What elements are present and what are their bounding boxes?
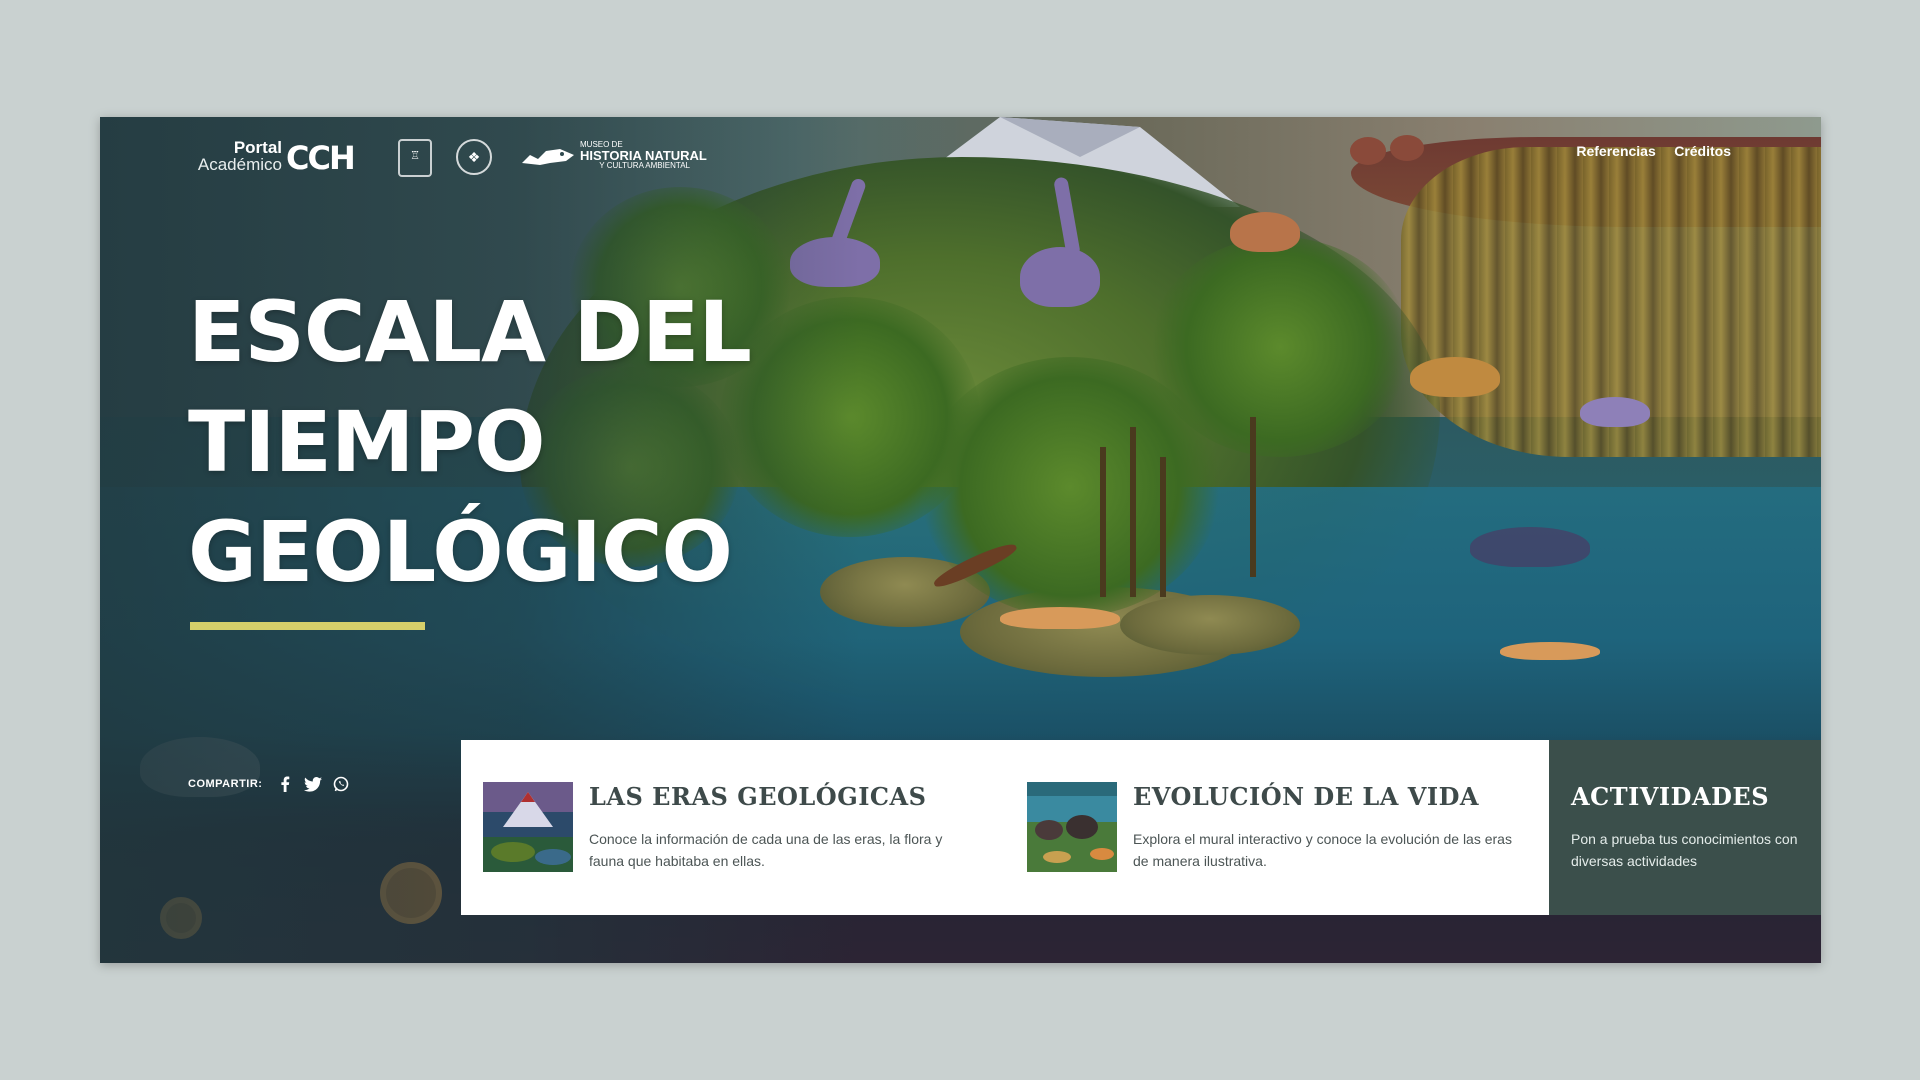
logo-portal-line2: Académico	[197, 155, 282, 174]
portal-academico-logo[interactable]: Portal Académico	[188, 139, 282, 173]
mural-trex	[1230, 212, 1300, 252]
mural-island	[1120, 595, 1300, 655]
cch-logo[interactable]: CCH	[286, 139, 356, 177]
page-title: ESCALA DEL TIEMPO GEOLÓGICO	[188, 277, 752, 607]
card-description: Pon a prueba tus conocimientos con diver…	[1571, 831, 1798, 869]
nav-link-referencias[interactable]: Referencias	[1576, 143, 1655, 159]
share-bar: COMPARTIR:	[188, 775, 360, 793]
card-description: Conoce la información de cada una de las…	[589, 831, 943, 869]
card-title: EVOLUCIÓN DE LA VIDA	[1133, 782, 1480, 811]
card-title: ACTIVIDADES	[1571, 782, 1770, 811]
mural-amphibian	[1500, 642, 1600, 660]
section-cards-panel: LAS ERAS GEOLÓGICAS Conoce la informació…	[461, 740, 1549, 915]
mural-amphibian	[1000, 607, 1120, 629]
mural-tree	[1250, 417, 1256, 577]
share-label: COMPARTIR:	[188, 778, 263, 790]
nav-link-creditos[interactable]: Créditos	[1674, 143, 1731, 159]
mural-camel	[1410, 357, 1500, 397]
card-title: LAS ERAS GEOLÓGICAS	[589, 782, 927, 811]
institution-round-logo-icon[interactable]: ❖	[456, 139, 492, 175]
mural-tree	[1160, 457, 1166, 597]
mural-tree	[1130, 427, 1136, 597]
mural-shark-shadow	[1470, 527, 1590, 567]
mural-sauropod	[1020, 247, 1100, 307]
page-frame: Portal Académico CCH ♖ ❖ MUSEO DE HISTOR…	[100, 117, 1821, 963]
title-underline-rule	[190, 622, 425, 630]
card-description: Explora el mural interactivo y conoce la…	[1133, 831, 1512, 869]
page-title-line: GEOLÓGICO	[188, 503, 733, 601]
card-actividades[interactable]: ACTIVIDADES Pon a prueba tus conocimient…	[1549, 740, 1821, 915]
top-nav: Referencias Créditos	[1562, 143, 1731, 161]
facebook-icon[interactable]	[276, 775, 294, 793]
card-eras-geologicas[interactable]: LAS ERAS GEOLÓGICAS Conoce la informació…	[483, 782, 983, 874]
site-header: Portal Académico CCH ♖ ❖ MUSEO DE HISTOR…	[100, 117, 1821, 197]
unam-seal-icon[interactable]: ♖	[398, 139, 432, 177]
evolucion-thumbnail-image	[1027, 782, 1117, 872]
mural-vegetation	[1150, 237, 1410, 457]
logo-portal-line1: Portal	[233, 138, 282, 157]
whatsapp-icon[interactable]	[332, 775, 350, 793]
museum-logo-text: MUSEO DE HISTORIA NATURAL Y CULTURA AMBI…	[580, 141, 720, 170]
mural-tree	[1100, 447, 1106, 597]
museum-skull-icon	[522, 149, 574, 165]
mural-marine-reptile	[1580, 397, 1650, 427]
page-title-line: TIEMPO	[188, 393, 545, 491]
twitter-icon[interactable]	[304, 775, 323, 793]
museum-logo-line3: Y CULTURA AMBIENTAL	[599, 161, 690, 170]
eras-thumbnail-image	[483, 782, 573, 872]
card-evolucion-vida[interactable]: EVOLUCIÓN DE LA VIDA Explora el mural in…	[1027, 782, 1527, 874]
page-title-line: ESCALA DEL	[188, 283, 752, 381]
